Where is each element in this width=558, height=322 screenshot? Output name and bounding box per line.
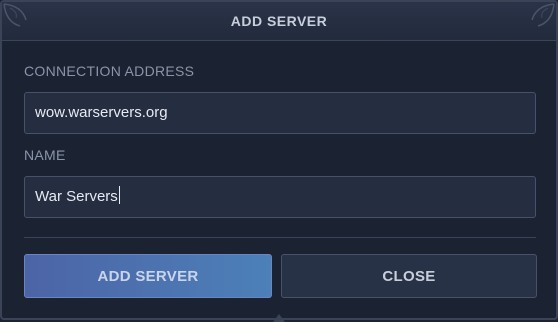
divider: [24, 237, 536, 238]
corner-ornament-icon: [3, 3, 27, 27]
corner-ornament-icon: [531, 3, 555, 27]
name-input[interactable]: War Servers: [24, 176, 536, 218]
dialog-header: ADD SERVER: [2, 2, 556, 41]
name-value: War Servers: [35, 188, 118, 205]
add-server-button-label: ADD SERVER: [97, 267, 199, 285]
bottom-ornament-icon: [273, 314, 285, 322]
connection-address-input[interactable]: wow.warservers.org: [24, 92, 536, 134]
dialog-title: ADD SERVER: [230, 13, 328, 29]
close-button-label: CLOSE: [382, 267, 436, 285]
connection-address-value: wow.warservers.org: [35, 104, 168, 121]
text-caret: [118, 186, 120, 204]
name-label: NAME: [24, 147, 66, 163]
add-server-dialog: ADD SERVER CONNECTION ADDRESS wow.warser…: [0, 0, 558, 322]
connection-address-label: CONNECTION ADDRESS: [24, 63, 195, 79]
add-server-button[interactable]: ADD SERVER: [24, 254, 272, 298]
close-button[interactable]: CLOSE: [281, 254, 537, 298]
